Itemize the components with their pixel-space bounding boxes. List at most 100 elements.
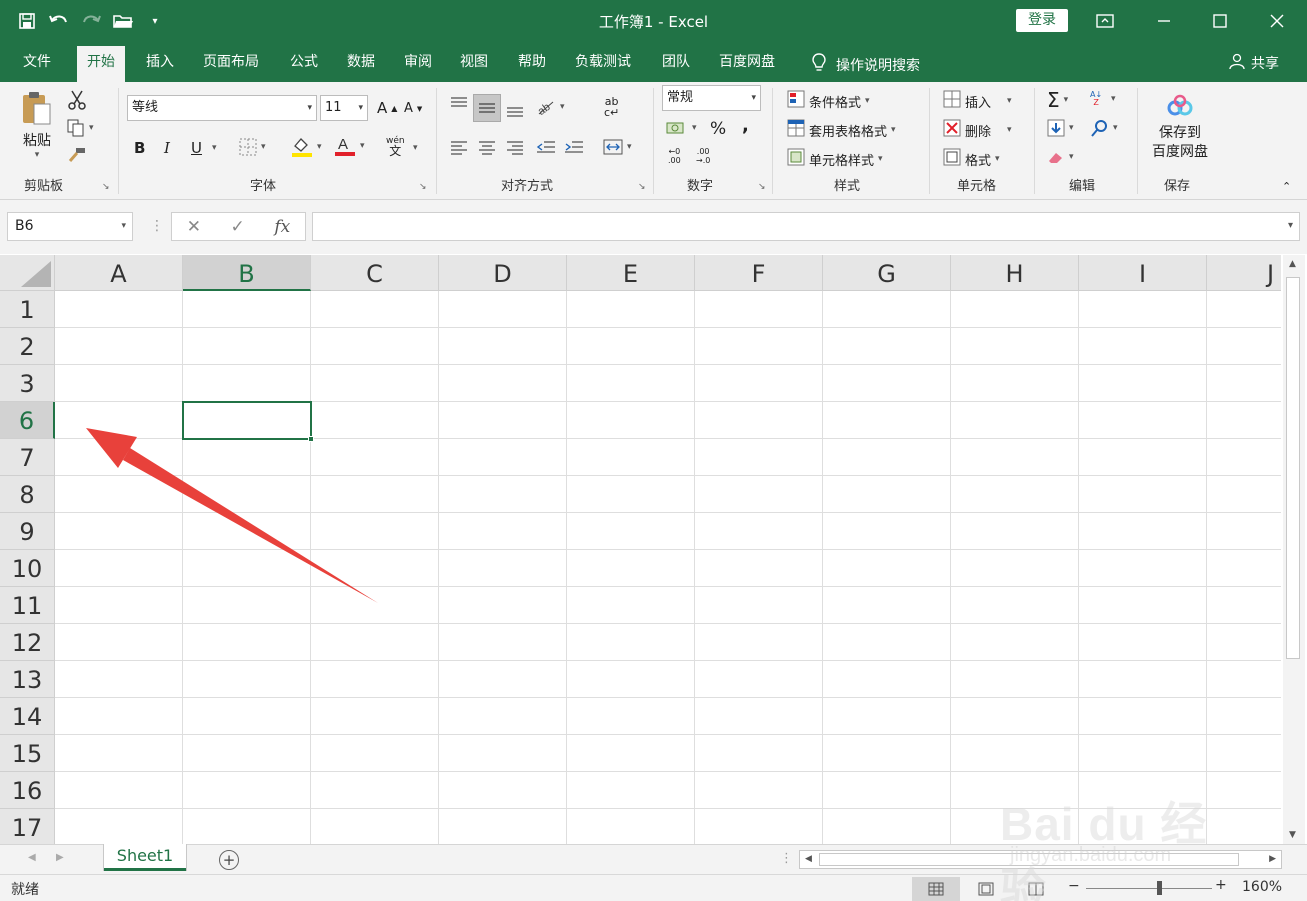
share-button[interactable]: 共享	[1229, 53, 1279, 73]
italic-button[interactable]: I	[164, 139, 170, 157]
row-header-16[interactable]: 16	[0, 772, 55, 809]
column-header-d[interactable]: D	[439, 255, 567, 291]
increase-indent-icon[interactable]	[564, 139, 584, 155]
scroll-left-icon[interactable]: ◀	[805, 854, 812, 864]
sort-filter-icon[interactable]: A↓ Z	[1090, 91, 1102, 107]
column-header-e[interactable]: E	[567, 255, 695, 291]
save-to-baidu-button[interactable]: 保存到 百度网盘	[1148, 94, 1212, 162]
row-header-15[interactable]: 15	[0, 735, 55, 772]
decrease-indent-icon[interactable]	[536, 139, 556, 155]
column-header-i[interactable]: I	[1079, 255, 1207, 291]
accounting-format-icon[interactable]: ▾	[666, 119, 697, 137]
select-all-button[interactable]	[0, 255, 55, 291]
minimize-icon[interactable]	[1146, 7, 1182, 35]
tab-page-layout[interactable]: 页面布局	[193, 51, 269, 82]
row-header-13[interactable]: 13	[0, 661, 55, 698]
tab-insert[interactable]: 插入	[136, 51, 184, 82]
clipboard-launcher-icon[interactable]: ↘	[102, 182, 110, 192]
percent-style-icon[interactable]: %	[710, 119, 726, 139]
tell-me-search[interactable]: 操作说明搜索	[812, 53, 920, 77]
tab-help[interactable]: 帮助	[508, 51, 556, 82]
increase-decimal-icon[interactable]: ←0.00	[668, 147, 681, 165]
column-header-h[interactable]: H	[951, 255, 1079, 291]
cell-styles-button[interactable]: 单元格样式 ▾	[787, 148, 883, 170]
sheet-nav-prev-icon[interactable]: ◀	[28, 852, 36, 863]
scroll-up-icon[interactable]: ▲	[1289, 259, 1296, 269]
merge-center-icon[interactable]: ▾	[603, 138, 632, 156]
column-header-c[interactable]: C	[311, 255, 439, 291]
row-header-12[interactable]: 12	[0, 624, 55, 661]
font-launcher-icon[interactable]: ↘	[419, 182, 427, 192]
copy-icon[interactable]: ▾	[67, 119, 94, 137]
tab-split-grip-icon[interactable]: ⋮	[780, 851, 793, 866]
column-header-g[interactable]: G	[823, 255, 951, 291]
font-color-icon[interactable]: A ▾	[334, 135, 365, 157]
collapse-ribbon-icon[interactable]: ⌃	[1282, 180, 1291, 193]
decrease-decimal-icon[interactable]: .00 →.0	[696, 147, 710, 165]
selected-cell[interactable]	[182, 401, 312, 440]
align-right-icon[interactable]	[506, 139, 524, 155]
tab-file[interactable]: 文件	[13, 51, 61, 82]
insert-cells-button[interactable]: 插入 ▾	[943, 90, 1012, 112]
zoom-level[interactable]: 160%	[1242, 879, 1282, 895]
tab-load-test[interactable]: 负载测试	[565, 51, 641, 82]
format-painter-icon[interactable]	[68, 147, 86, 163]
row-header-11[interactable]: 11	[0, 587, 55, 624]
worksheet-grid[interactable]: A B C D E F G H I J 1 2 3 6 7 8 9 10 11 12 13 14 15 16 17	[0, 255, 1281, 844]
format-as-table-button[interactable]: 套用表格格式 ▾	[787, 119, 896, 141]
enter-icon[interactable]: ✓	[231, 217, 245, 237]
align-top-icon[interactable]	[450, 96, 468, 112]
number-format-combo[interactable]: 常规 ▾	[662, 85, 761, 111]
ribbon-display-options-icon[interactable]	[1087, 7, 1123, 35]
paste-button[interactable]: 粘贴 ▾	[20, 90, 54, 160]
sheet-tab-sheet1[interactable]: Sheet1	[104, 844, 186, 871]
row-header-17[interactable]: 17	[0, 809, 55, 844]
tab-data[interactable]: 数据	[337, 51, 385, 82]
row-header-9[interactable]: 9	[0, 513, 55, 550]
tab-baidu-netdisk[interactable]: 百度网盘	[709, 51, 785, 82]
orientation-icon[interactable]: ab ▾	[536, 97, 565, 117]
underline-dropdown-icon[interactable]: ▾	[212, 143, 217, 153]
align-middle-icon[interactable]	[473, 94, 501, 122]
tab-home[interactable]: 开始	[77, 46, 125, 82]
align-center-icon[interactable]	[478, 139, 496, 155]
scroll-down-icon[interactable]: ▼	[1289, 830, 1296, 840]
phonetic-dropdown-icon[interactable]: ▾	[413, 143, 418, 153]
tab-team[interactable]: 团队	[652, 51, 700, 82]
new-sheet-icon[interactable]: +	[219, 850, 239, 870]
align-left-icon[interactable]	[450, 139, 468, 155]
tab-review[interactable]: 审阅	[394, 51, 442, 82]
conditional-formatting-button[interactable]: 条件格式 ▾	[787, 90, 870, 112]
column-header-j[interactable]: J	[1207, 255, 1281, 291]
comma-style-icon[interactable]: ,	[742, 115, 749, 136]
column-header-f[interactable]: F	[695, 255, 823, 291]
align-bottom-icon[interactable]	[506, 102, 524, 118]
row-header-10[interactable]: 10	[0, 550, 55, 587]
grow-font-icon[interactable]: A ▲	[377, 99, 397, 117]
expand-formula-icon[interactable]: ▾	[1288, 220, 1293, 231]
row-header-3[interactable]: 3	[0, 365, 55, 402]
cancel-icon[interactable]: ✕	[187, 217, 201, 237]
delete-cells-button[interactable]: 删除 ▾	[943, 119, 1012, 141]
column-header-b[interactable]: B	[183, 255, 311, 291]
alignment-launcher-icon[interactable]: ↘	[638, 182, 646, 192]
bold-button[interactable]: B	[134, 139, 145, 157]
name-box[interactable]: B6 ▾	[7, 212, 133, 241]
column-header-a[interactable]: A	[55, 255, 183, 291]
shrink-font-icon[interactable]: A ▼	[404, 101, 422, 116]
maximize-icon[interactable]	[1202, 7, 1238, 35]
phonetic-guide-icon[interactable]: wén 文	[386, 136, 405, 157]
login-button[interactable]: 登录	[1016, 9, 1068, 32]
vertical-scrollbar[interactable]: ▲ ▼	[1283, 255, 1305, 844]
fill-color-icon[interactable]: ▾	[291, 136, 322, 158]
scroll-right-icon[interactable]: ▶	[1269, 854, 1276, 864]
borders-icon[interactable]: ▾	[239, 138, 266, 156]
tab-formulas[interactable]: 公式	[280, 51, 328, 82]
clear-icon[interactable]: ▾	[1047, 149, 1074, 165]
tab-view[interactable]: 视图	[450, 51, 498, 82]
fill-icon[interactable]: ▾	[1047, 119, 1074, 137]
font-size-combo[interactable]: 11 ▾	[320, 95, 368, 121]
format-cells-button[interactable]: 格式 ▾	[943, 148, 1000, 170]
font-name-combo[interactable]: 等线 ▾	[127, 95, 317, 121]
wrap-text-icon[interactable]: ab c↵	[604, 96, 619, 118]
